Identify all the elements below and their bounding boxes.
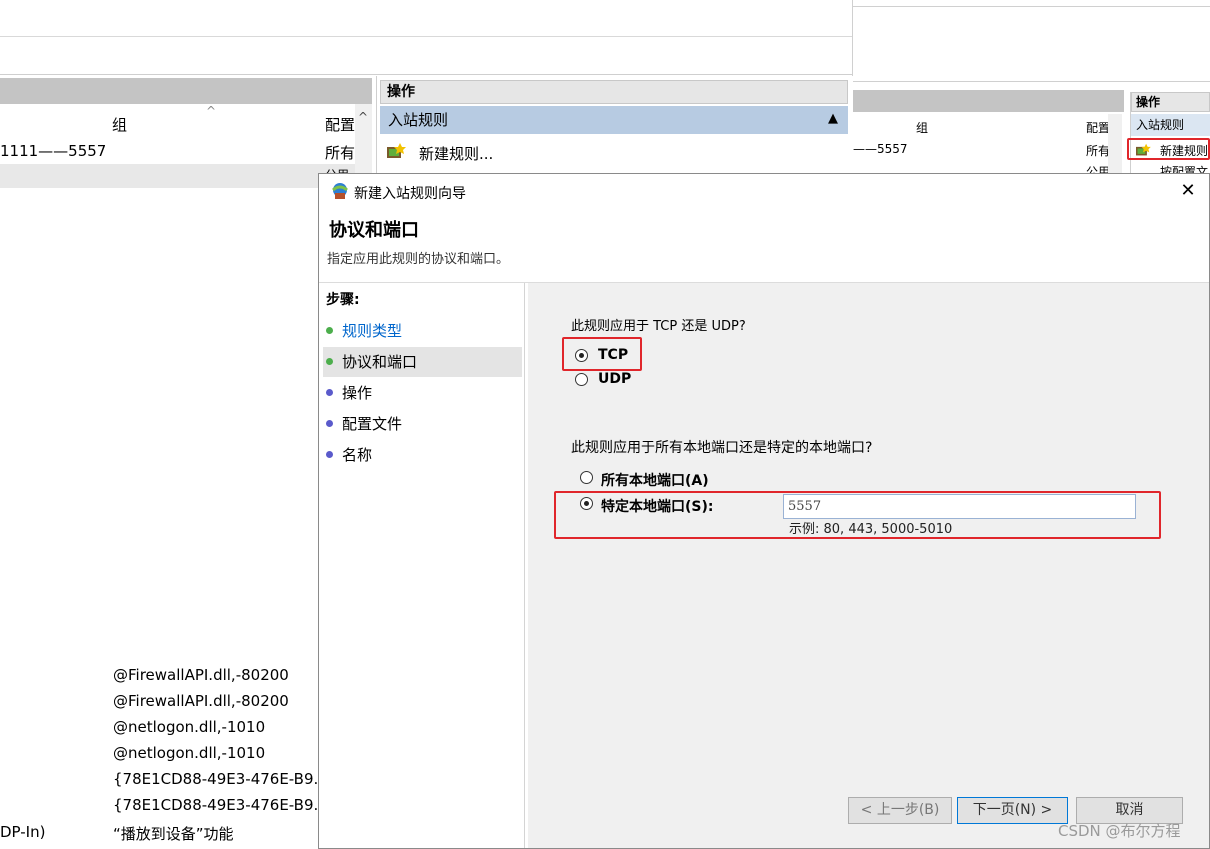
step-status-icon — [326, 358, 333, 365]
next-button[interactable]: 下一页(N) > — [957, 797, 1068, 824]
dialog-title: 新建入站规则向导 — [354, 186, 466, 202]
radio-specific-ports-label[interactable]: 特定本地端口(S): — [601, 496, 713, 516]
wizard-firewall-icon — [331, 182, 349, 200]
right-actions-section[interactable]: 入站规则 — [1131, 114, 1210, 136]
table-row-group: @FirewallAPI.dll,-80200 — [113, 666, 289, 684]
step-label: 协议和端口 — [342, 353, 418, 371]
column-header-profile[interactable]: 配置 — [325, 114, 355, 135]
protocol-question: 此规则应用于 TCP 还是 UDP? — [571, 319, 746, 334]
step-profile[interactable]: 配置文件 — [323, 409, 522, 439]
radio-specific-ports[interactable] — [580, 497, 593, 510]
right-column-group[interactable]: 组 — [916, 119, 928, 136]
step-status-icon — [326, 451, 333, 458]
radio-tcp[interactable] — [575, 349, 588, 362]
right-scrollbar[interactable] — [1108, 114, 1122, 174]
port-input[interactable]: 5557 — [783, 494, 1136, 519]
radio-tcp-label[interactable]: TCP — [598, 347, 628, 363]
step-label: 操作 — [342, 384, 373, 402]
background-toolbar — [0, 38, 852, 75]
step-status-icon — [326, 327, 333, 334]
step-status-icon — [326, 420, 333, 427]
page-subtitle: 指定应用此规则的协议和端口。 — [327, 252, 510, 267]
right-new-rule-icon — [1135, 142, 1151, 156]
table-row-group: @netlogon.dll,-1010 — [113, 718, 266, 736]
right-list-title-bar — [853, 90, 1124, 112]
right-new-rule-link[interactable]: 新建规则 — [1160, 142, 1208, 159]
back-button[interactable]: < 上一步(B) — [848, 797, 952, 824]
step-status-icon — [326, 389, 333, 396]
right-row-name: ——5557 — [853, 142, 908, 156]
radio-udp-label[interactable]: UDP — [598, 371, 631, 387]
close-icon[interactable]: ✕ — [1178, 181, 1198, 201]
actions-header: 操作 — [380, 80, 848, 104]
port-question: 此规则应用于所有本地端口还是特定的本地端口? — [571, 440, 873, 456]
step-protocol-ports[interactable]: 协议和端口 — [323, 347, 522, 377]
new-rule-link[interactable]: 新建规则... — [419, 143, 493, 164]
radio-udp[interactable] — [575, 373, 588, 386]
table-row-group: “播放到设备”功能 — [113, 825, 234, 843]
step-rule-type[interactable]: 规则类型 — [323, 316, 522, 346]
table-row-profile: 所有 — [325, 144, 356, 162]
collapse-arrow-icon[interactable]: ▲ — [828, 111, 838, 126]
radio-all-ports[interactable] — [580, 471, 593, 484]
right-toolbar — [853, 6, 1210, 82]
new-rule-icon — [386, 142, 406, 160]
page-title: 协议和端口 — [329, 220, 419, 241]
table-row-group: @netlogon.dll,-1010 — [113, 744, 266, 762]
watermark: CSDN @布尔方程 — [1058, 822, 1181, 840]
step-action[interactable]: 操作 — [323, 378, 522, 408]
table-row-name: DP-In) — [0, 823, 46, 841]
actions-section-inbound-rules[interactable]: 入站规则 — [380, 106, 848, 134]
table-row-group: {78E1CD88-49E3-476E-B9... — [113, 770, 328, 788]
scroll-up-icon[interactable]: ^ — [358, 110, 368, 124]
right-row-profile: 所有 — [1086, 144, 1111, 158]
column-header-group[interactable]: 组 — [112, 114, 127, 135]
step-label: 规则类型 — [342, 322, 403, 340]
step-label: 配置文件 — [342, 415, 403, 433]
background-list-title-bar — [0, 78, 372, 104]
right-column-profile[interactable]: 配置 — [1086, 119, 1110, 136]
table-row-name[interactable]: 1111——5557 — [0, 142, 106, 160]
table-row-group: {78E1CD88-49E3-476E-B9... — [113, 796, 328, 814]
sort-arrow-icon: ^ — [206, 104, 217, 118]
steps-header: 步骤: — [326, 292, 360, 308]
actions-section-label: 入站规则 — [388, 111, 449, 129]
radio-all-ports-label[interactable]: 所有本地端口(A) — [601, 470, 709, 490]
table-row-selected[interactable] — [0, 164, 355, 188]
table-row-group: @FirewallAPI.dll,-80200 — [113, 692, 289, 710]
step-label: 名称 — [342, 446, 373, 464]
right-actions-header: 操作 — [1131, 92, 1210, 112]
background-menu-bar — [0, 0, 852, 37]
port-example-hint: 示例: 80, 443, 5000-5010 — [789, 522, 953, 537]
step-name[interactable]: 名称 — [323, 440, 522, 470]
background-column-header — [0, 104, 372, 140]
